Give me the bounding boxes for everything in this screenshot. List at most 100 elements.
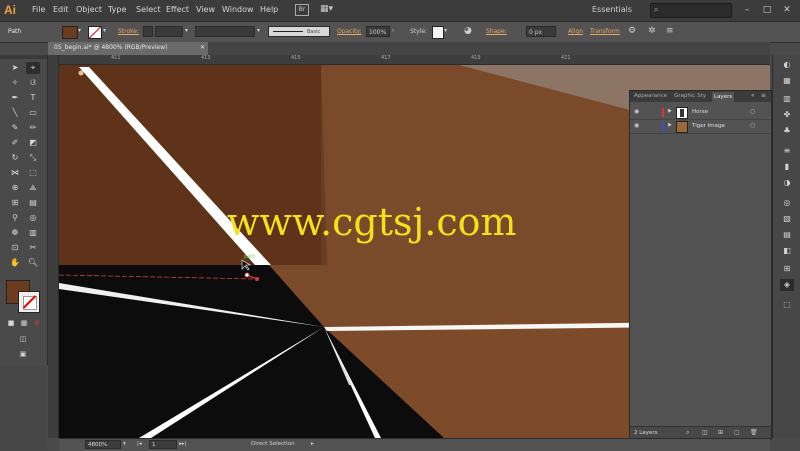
menu-edit[interactable]: Edit [53,5,69,14]
menu-type[interactable]: Type [108,5,126,14]
rectangle-tool-icon[interactable]: ▭ [26,107,40,119]
rotate-tool-icon[interactable]: ↻ [8,152,22,164]
stroke-weight-input[interactable] [155,26,183,37]
menu-window[interactable]: Window [222,5,254,14]
menu-select[interactable]: Select [136,5,161,14]
zoom-tool-icon[interactable]: 🔍︎ [26,257,40,269]
artboard-number-input[interactable]: 1 [149,440,177,449]
zoom-dropdown-icon[interactable]: ▾ [123,441,126,447]
gradient-panel-icon[interactable]: ▮ [780,161,794,173]
variable-width-profile[interactable] [195,26,255,37]
new-sublayer-icon[interactable]: ⊞ [718,429,723,436]
bridge-icon[interactable]: Br [295,4,309,16]
shape-builder-tool-icon[interactable]: ⊕ [8,182,22,194]
layer-row-horse[interactable]: ◉ ▶ Horse ○ [630,106,771,120]
anchor-point[interactable] [78,70,84,76]
pen-tool-icon[interactable]: ✒ [8,92,22,104]
panel-options-icon[interactable]: ≡ [761,92,766,99]
tab-layers[interactable]: Layers [712,92,735,102]
target-circle-icon[interactable]: ○ [750,122,755,129]
lasso-tool-icon[interactable]: ଓ [26,77,40,89]
blob-brush-tool-icon[interactable]: ✐ [8,137,22,149]
fill-color-swatch[interactable] [62,26,78,39]
mesh-tool-icon[interactable]: ⊞ [8,197,22,209]
locate-object-icon[interactable]: ⌕ [686,429,689,437]
search-input[interactable]: ⌕ [650,3,732,18]
maximize-icon[interactable]: □ [760,3,774,17]
none-mode-icon[interactable]: ⊘ [30,317,44,329]
brush-definition-select[interactable]: Basic [268,26,330,37]
menu-help[interactable]: Help [260,5,278,14]
stroke-dropdown-icon[interactable]: ▾ [103,27,106,34]
graphic-styles-icon[interactable]: ▧ [780,213,794,225]
pencil-tool-icon[interactable]: ✏ [26,122,40,134]
layer-name[interactable]: Horse [692,109,708,115]
target-circle-icon[interactable]: ○ [750,108,755,115]
free-transform-tool-icon[interactable]: ⬚ [26,167,40,179]
isolate-group-icon[interactable]: ⚙ [628,26,636,36]
paintbrush-tool-icon[interactable]: ✎ [8,122,22,134]
line-tool-icon[interactable]: ╲ [8,107,22,119]
status-tool-label[interactable]: Direct Selection [251,441,295,447]
tab-graphic-styles[interactable]: Graphic Sty [674,93,706,99]
gradient-mode-icon[interactable]: ▦ [17,317,31,329]
width-tool-icon[interactable]: ⋈ [8,167,22,179]
symbol-sprayer-tool-icon[interactable]: ❁ [8,227,22,239]
symbols-panel-icon[interactable]: ♣ [780,125,794,137]
transform-panel-link[interactable]: Transform [590,28,620,35]
workspace-switcher[interactable]: Essentials [592,5,632,14]
visibility-eye-icon[interactable]: ◉ [634,108,639,115]
stroke-weight-dropdown-icon[interactable]: ▾ [185,27,188,34]
new-layer-icon[interactable]: ▢ [734,429,740,436]
select-similar-icon[interactable]: ✲ [648,26,656,36]
appearance-panel-icon[interactable]: ◎ [780,197,794,209]
selection-tool-icon[interactable]: ➤ [8,62,22,74]
menu-file[interactable]: File [32,5,45,14]
first-artboard-icon[interactable]: |◂ [137,441,142,447]
close-icon[interactable]: ✕ [780,3,794,17]
next-artboard-icon[interactable]: ▸▸| [179,441,186,447]
tab-appearance[interactable]: Appearance [634,93,667,99]
layer-row-tiger-image[interactable]: ◉ ▶ Tiger Image ○ [630,120,771,134]
opacity-dropdown-icon[interactable]: › [392,27,394,34]
fill-dropdown-icon[interactable]: ▾ [78,27,81,34]
align-panel-icon[interactable]: ▤ [780,229,794,241]
color-mode-icon[interactable]: ■ [4,317,18,329]
drawing-mode-icon[interactable]: ◫ [16,333,30,345]
stroke-panel-link[interactable]: Stroke: [118,28,139,35]
opacity-input[interactable]: 100% [366,26,390,37]
direct-selection-tool-icon[interactable]: ⌖ [26,62,40,74]
stroke-weight-stepper[interactable] [143,26,153,37]
close-tab-icon[interactable]: ✕ [200,44,205,51]
opacity-panel-link[interactable]: Opacity: [337,28,362,35]
artboard-tool-icon[interactable]: ⊡ [8,242,22,254]
type-tool-icon[interactable]: T [26,92,40,104]
anchor-point[interactable] [255,277,259,281]
menu-view[interactable]: View [196,5,215,14]
slice-tool-icon[interactable]: ✂ [26,242,40,254]
gradient-tool-icon[interactable]: ▤ [26,197,40,209]
stroke-color-box[interactable] [18,291,40,313]
eyedropper-tool-icon[interactable]: ⚲ [8,212,22,224]
pathfinder-panel-icon[interactable]: ◧ [780,245,794,257]
minimize-icon[interactable]: – [740,3,754,17]
magic-wand-tool-icon[interactable]: ✧ [8,77,22,89]
visibility-eye-icon[interactable]: ◉ [634,122,639,129]
panel-menu-icon[interactable]: ≡ [666,26,674,36]
arrange-documents-icon[interactable]: ▦▾ [320,4,334,14]
layer-name[interactable]: Tiger Image [692,123,725,129]
anchor-point[interactable] [244,272,250,278]
delete-layer-icon[interactable]: 🗑︎ [750,429,758,436]
color-guide-icon[interactable]: ▦ [780,75,794,87]
shape-corner-input[interactable]: 0 px [526,26,556,37]
tools-panel-grip[interactable] [0,55,47,59]
expand-arrow-icon[interactable]: ▶ [668,122,672,128]
horizontal-ruler[interactable]: 411 413 415 417 419 421 [58,55,770,65]
transform-panel-icon[interactable]: ⊞ [780,263,794,275]
eraser-tool-icon[interactable]: ◩ [26,137,40,149]
style-dropdown-icon[interactable]: ▾ [444,27,447,34]
layers-panel-icon[interactable]: ◈ [780,279,794,291]
artboards-panel-icon[interactable]: ⬚ [780,299,794,311]
recolor-artwork-icon[interactable]: ◕ [464,26,472,36]
menu-object[interactable]: Object [76,5,102,14]
